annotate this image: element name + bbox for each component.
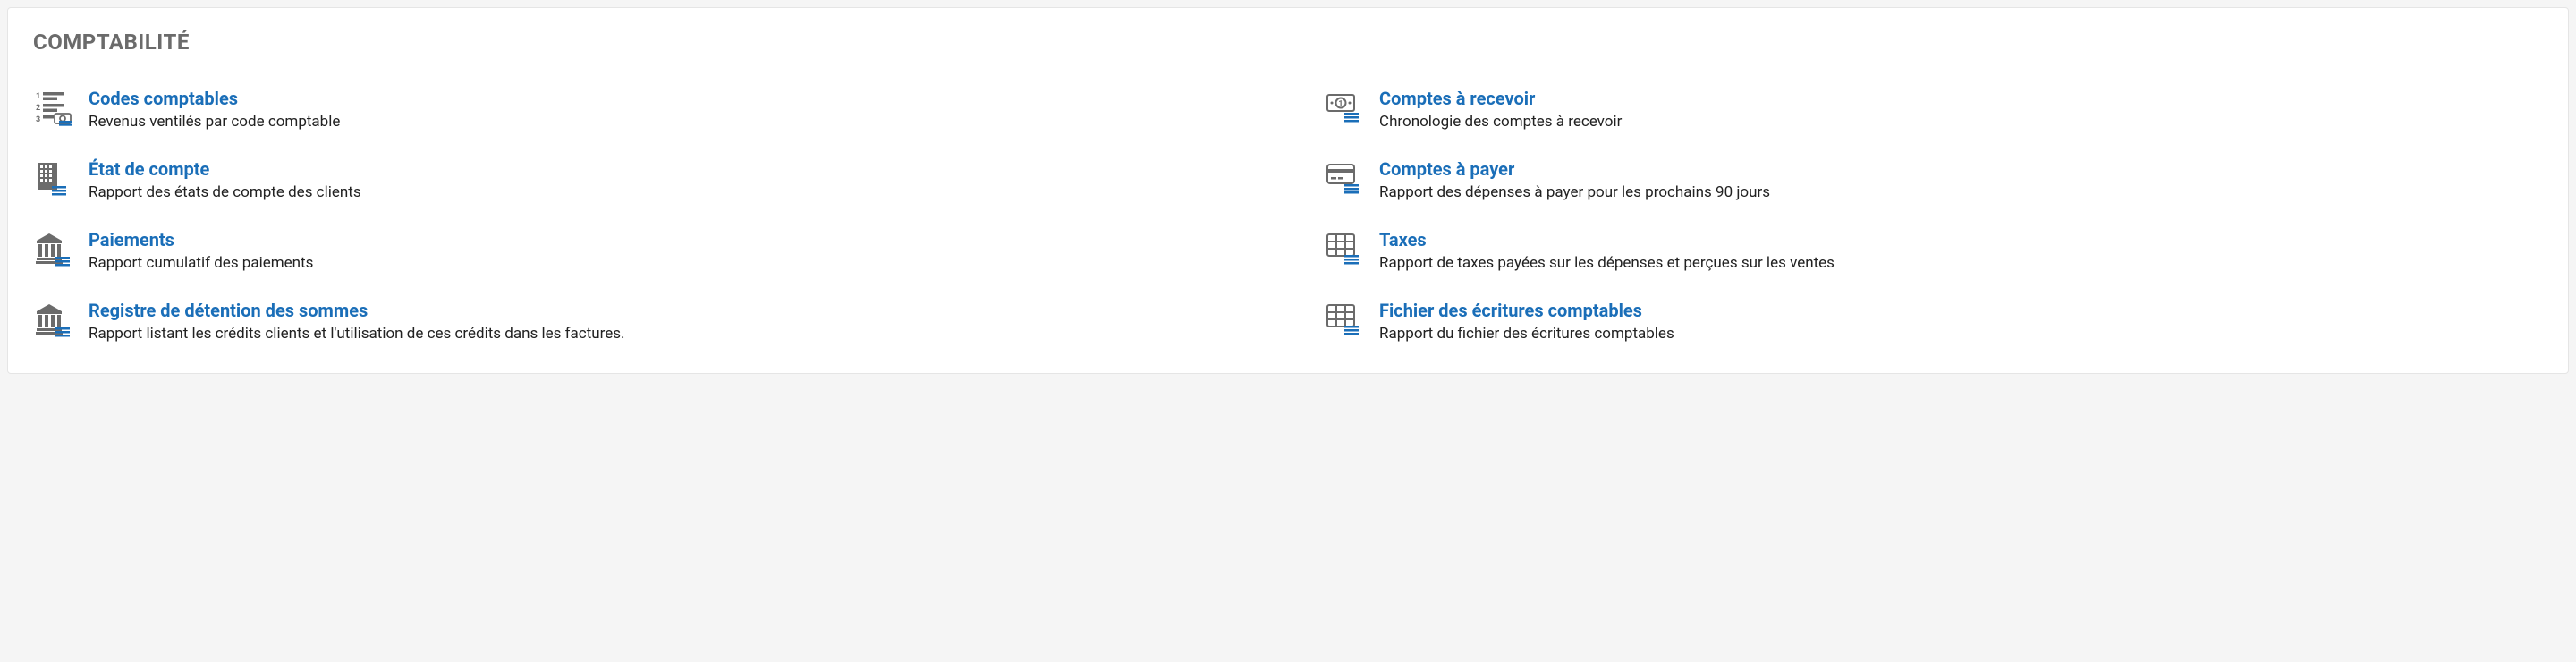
taxes-icon — [1324, 228, 1363, 267]
section-title: COMPTABILITÉ — [33, 30, 2543, 55]
accounts-payable-icon — [1324, 157, 1363, 197]
svg-text:3: 3 — [36, 115, 40, 124]
report-title[interactable]: Registre de détention des sommes — [89, 299, 1252, 322]
svg-text:1: 1 — [1338, 100, 1343, 109]
report-title[interactable]: Fichier des écritures comptables — [1379, 299, 2543, 322]
report-title[interactable]: Paiements — [89, 228, 1252, 251]
report-item-comptes-a-payer[interactable]: Comptes à payer Rapport des dépenses à p… — [1324, 157, 2543, 203]
report-item-taxes[interactable]: Taxes Rapport de taxes payées sur les dé… — [1324, 228, 2543, 274]
report-desc: Rapport des dépenses à payer pour les pr… — [1379, 182, 2543, 203]
accounts-receivable-icon: 1 — [1324, 87, 1363, 126]
report-title[interactable]: État de compte — [89, 157, 1252, 181]
report-desc: Rapport des états de compte des clients — [89, 182, 1252, 203]
holdings-register-icon — [33, 299, 72, 338]
accounting-panel: COMPTABILITÉ 1 2 3 — [7, 7, 2569, 374]
report-desc: Revenus ventilés par code comptable — [89, 112, 1252, 132]
reports-grid: 1 2 3 — [33, 87, 2543, 344]
report-title[interactable]: Taxes — [1379, 228, 2543, 251]
report-item-comptes-a-recevoir[interactable]: 1 Comptes à recevoir Chronologie des com… — [1324, 87, 2543, 132]
report-item-codes-comptables[interactable]: 1 2 3 — [33, 87, 1252, 132]
report-desc: Chronologie des comptes à recevoir — [1379, 112, 2543, 132]
report-item-registre-detention[interactable]: Registre de détention des sommes Rapport… — [33, 299, 1252, 344]
svg-text:1: 1 — [36, 92, 40, 101]
payments-icon — [33, 228, 72, 267]
report-title[interactable]: Codes comptables — [89, 87, 1252, 110]
accounting-entries-icon — [1324, 299, 1363, 338]
report-desc: Rapport du fichier des écritures comptab… — [1379, 324, 2543, 344]
svg-text:2: 2 — [36, 104, 40, 113]
accounting-codes-icon: 1 2 3 — [33, 87, 72, 126]
report-desc: Rapport cumulatif des paiements — [89, 253, 1252, 274]
report-title[interactable]: Comptes à recevoir — [1379, 87, 2543, 110]
report-item-paiements[interactable]: Paiements Rapport cumulatif des paiement… — [33, 228, 1252, 274]
report-title[interactable]: Comptes à payer — [1379, 157, 2543, 181]
report-item-etat-de-compte[interactable]: État de compte Rapport des états de comp… — [33, 157, 1252, 203]
report-desc: Rapport listant les crédits clients et l… — [89, 324, 1252, 344]
report-desc: Rapport de taxes payées sur les dépenses… — [1379, 253, 2543, 274]
account-statement-icon — [33, 157, 72, 197]
report-item-ecritures-comptables[interactable]: Fichier des écritures comptables Rapport… — [1324, 299, 2543, 344]
